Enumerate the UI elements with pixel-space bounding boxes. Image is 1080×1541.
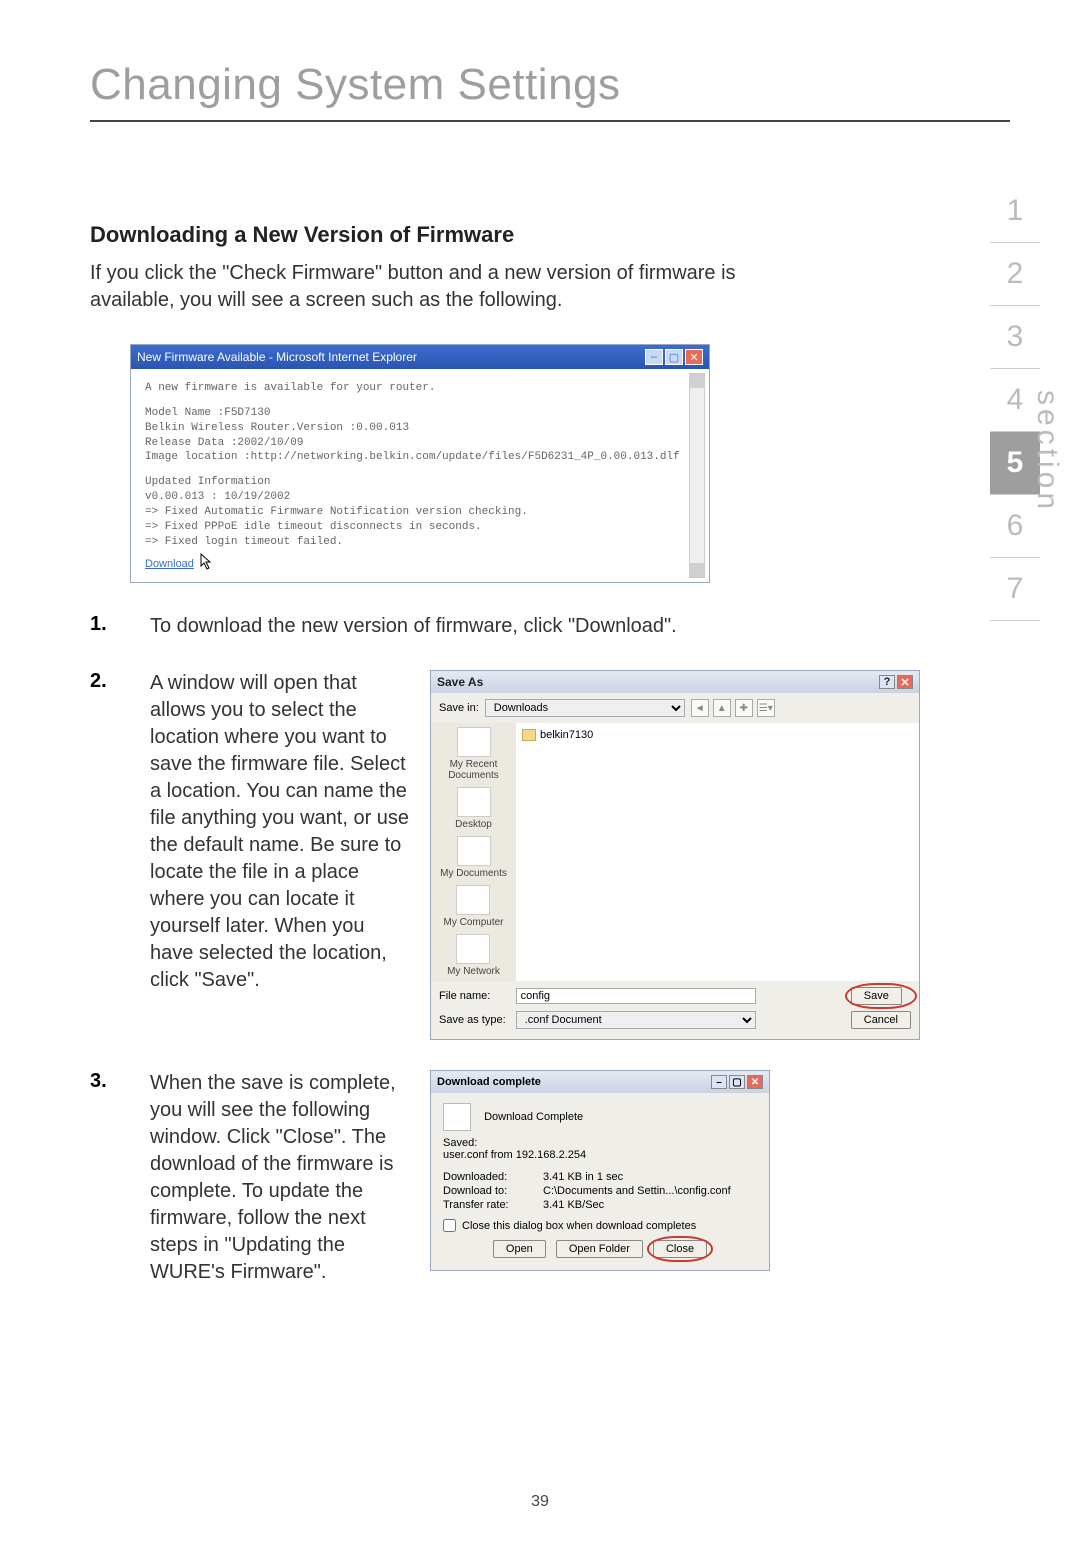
step-number: 1. <box>90 613 130 636</box>
saveas-title-text: Save As <box>437 675 483 689</box>
saveas-bottom: File name: Save Save as type: .conf Docu… <box>431 981 919 1039</box>
open-button[interactable]: Open <box>493 1240 546 1258</box>
scroll-down-icon[interactable] <box>690 563 704 577</box>
download-link[interactable]: Download <box>145 558 194 570</box>
fw-line: A new firmware is available for your rou… <box>145 381 695 396</box>
filename-label: File name: <box>439 990 506 1002</box>
dl-rate-label: Transfer rate: <box>443 1199 543 1211</box>
file-list[interactable]: belkin7130 <box>516 723 919 981</box>
dl-downloaded-value: 3.41 KB in 1 sec <box>543 1171 757 1183</box>
type-select[interactable]: .conf Document <box>516 1011 756 1029</box>
browser-titlebar: New Firmware Available - Microsoft Inter… <box>131 345 709 369</box>
save-button[interactable]: Save <box>851 987 902 1005</box>
help-icon[interactable]: ? <box>879 675 895 689</box>
window-controls: – ▢ ✕ <box>645 349 703 365</box>
dl-to-value: C:\Documents and Settin...\config.conf <box>543 1185 757 1197</box>
dl-checkbox-label: Close this dialog box when download comp… <box>462 1220 696 1232</box>
step-text: To download the new version of firmware,… <box>150 613 850 640</box>
step-1: 1. To download the new version of firmwa… <box>90 613 1010 640</box>
dl-body: Download Complete Saved: user.conf from … <box>431 1093 769 1270</box>
saveas-titlebar: Save As ? ✕ <box>431 671 919 693</box>
fw-line: Belkin Wireless Router.Version :0.00.013 <box>145 421 695 436</box>
dl-title-text: Download complete <box>437 1076 541 1088</box>
close-icon[interactable]: ✕ <box>685 349 703 365</box>
download-icon <box>443 1103 471 1131</box>
section-link-3[interactable]: 3 <box>990 306 1040 369</box>
step-2: 2. A window will open that allows you to… <box>90 670 1010 1040</box>
fw-line: Model Name :F5D7130 <box>145 406 695 421</box>
section-link-7[interactable]: 7 <box>990 558 1040 621</box>
back-icon[interactable]: ◄ <box>691 699 709 717</box>
saveas-toolbar: Save in: Downloads ◄ ▲ ✚ ☰▾ <box>431 693 919 723</box>
minimize-icon[interactable]: – <box>645 349 663 365</box>
download-complete-dialog: Download complete – ▢ ✕ Download Complet… <box>430 1070 770 1271</box>
close-when-done-checkbox[interactable] <box>443 1219 456 1232</box>
browser-window: New Firmware Available - Microsoft Inter… <box>130 344 710 583</box>
fw-line: Release Data :2002/10/09 <box>145 436 695 451</box>
open-folder-button[interactable]: Open Folder <box>556 1240 643 1258</box>
step-number: 2. <box>90 670 130 693</box>
section-link-2[interactable]: 2 <box>990 243 1040 306</box>
folder-label: belkin7130 <box>540 729 593 741</box>
up-icon[interactable]: ▲ <box>713 699 731 717</box>
views-icon[interactable]: ☰▾ <box>757 699 775 717</box>
dl-rate-value: 3.41 KB/Sec <box>543 1199 757 1211</box>
step-number: 3. <box>90 1070 130 1093</box>
scroll-up-icon[interactable] <box>690 374 704 388</box>
saveas-dialog: Save As ? ✕ Save in: Downloads ◄ ▲ ✚ <box>430 670 920 1040</box>
fw-line: Updated Information <box>145 475 695 490</box>
page-number: 39 <box>0 1493 1080 1511</box>
savein-select[interactable]: Downloads <box>485 699 685 717</box>
place-network[interactable]: My Network <box>447 934 500 977</box>
fw-line: Image location :http://networking.belkin… <box>145 450 695 465</box>
new-folder-icon[interactable]: ✚ <box>735 699 753 717</box>
intro-text: If you click the "Check Firmware" button… <box>90 260 790 314</box>
filename-input[interactable] <box>516 988 756 1004</box>
scrollbar[interactable] <box>689 373 705 578</box>
section-link-1[interactable]: 1 <box>990 180 1040 243</box>
page-title: Changing System Settings <box>90 60 1010 122</box>
fw-line: v0.00.013 : 10/19/2002 <box>145 490 695 505</box>
places-bar: My Recent Documents Desktop My Documents… <box>431 723 516 981</box>
section-label: section <box>1030 390 1064 513</box>
close-icon[interactable]: ✕ <box>897 675 913 689</box>
step-3: 3. When the save is complete, you will s… <box>90 1070 1010 1286</box>
dl-downloaded-label: Downloaded: <box>443 1171 543 1183</box>
saved-value: user.conf from 192.168.2.254 <box>443 1149 757 1161</box>
fw-line: => Fixed Automatic Firmware Notification… <box>145 505 695 520</box>
cancel-button[interactable]: Cancel <box>851 1011 911 1029</box>
dl-to-label: Download to: <box>443 1185 543 1197</box>
dl-heading: Download Complete <box>484 1111 583 1123</box>
minimize-icon[interactable]: – <box>711 1075 727 1089</box>
maximize-icon[interactable]: ▢ <box>665 349 683 365</box>
saved-label: Saved: <box>443 1137 757 1149</box>
maximize-icon[interactable]: ▢ <box>729 1075 745 1089</box>
close-icon[interactable]: ✕ <box>747 1075 763 1089</box>
folder-icon <box>522 729 536 741</box>
type-label: Save as type: <box>439 1014 506 1026</box>
place-desktop[interactable]: Desktop <box>455 787 492 830</box>
place-computer[interactable]: My Computer <box>443 885 503 928</box>
cursor-icon <box>195 553 211 571</box>
place-documents[interactable]: My Documents <box>440 836 507 879</box>
place-recent[interactable]: My Recent Documents <box>433 727 514 781</box>
browser-title-text: New Firmware Available - Microsoft Inter… <box>137 350 417 364</box>
savein-label: Save in: <box>439 702 479 714</box>
step-text: When the save is complete, you will see … <box>150 1070 410 1286</box>
fw-line: => Fixed login timeout failed. <box>145 535 695 550</box>
dl-titlebar: Download complete – ▢ ✕ <box>431 1071 769 1093</box>
close-button[interactable]: Close <box>653 1240 707 1258</box>
fw-line: => Fixed PPPoE idle timeout disconnects … <box>145 520 695 535</box>
browser-body: A new firmware is available for your rou… <box>131 369 709 582</box>
steps-list: 1. To download the new version of firmwa… <box>90 613 1010 1286</box>
step-text: A window will open that allows you to se… <box>150 670 410 994</box>
list-item[interactable]: belkin7130 <box>522 729 913 741</box>
subheading-download-firmware: Downloading a New Version of Firmware <box>90 222 1010 248</box>
